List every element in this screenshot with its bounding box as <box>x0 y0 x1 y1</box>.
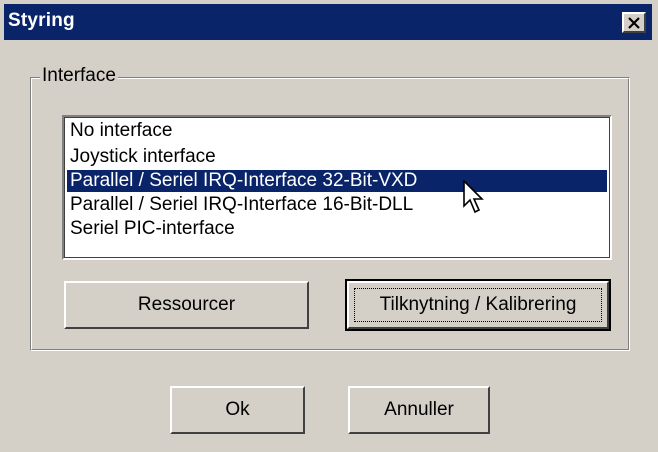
list-item-parallel-16bit-dll[interactable]: Parallel / Seriel IRQ-Interface 16-Bit-D… <box>67 194 607 216</box>
ok-button[interactable]: Ok <box>170 386 305 434</box>
resources-button[interactable]: Ressourcer <box>64 281 309 329</box>
interface-listbox[interactable]: No interface Joystick interface Parallel… <box>62 115 612 260</box>
mouse-pointer-icon <box>463 180 484 214</box>
cancel-button-label: Annuller <box>384 399 454 420</box>
cancel-button[interactable]: Annuller <box>348 386 490 434</box>
window-title: Styring <box>8 10 75 31</box>
close-button[interactable] <box>622 12 646 33</box>
list-item-no-interface[interactable]: No interface <box>67 120 607 142</box>
list-item-seriel-pic[interactable]: Seriel PIC-interface <box>67 218 607 240</box>
focus-ring <box>354 288 602 322</box>
resources-button-label: Ressourcer <box>137 294 236 315</box>
list-item-parallel-32bit-vxd[interactable]: Parallel / Seriel IRQ-Interface 32-Bit-V… <box>67 170 607 192</box>
connect-calibrate-button[interactable]: Tilknytning / Kalibrering <box>345 279 611 331</box>
dialog-window: Styring Interface No interface Joystick … <box>0 0 658 452</box>
list-item-joystick-interface[interactable]: Joystick interface <box>67 146 607 168</box>
close-icon <box>628 17 640 29</box>
interface-group-label: Interface <box>40 65 118 87</box>
title-bar[interactable]: Styring <box>4 4 652 40</box>
ok-button-label: Ok <box>225 399 250 420</box>
